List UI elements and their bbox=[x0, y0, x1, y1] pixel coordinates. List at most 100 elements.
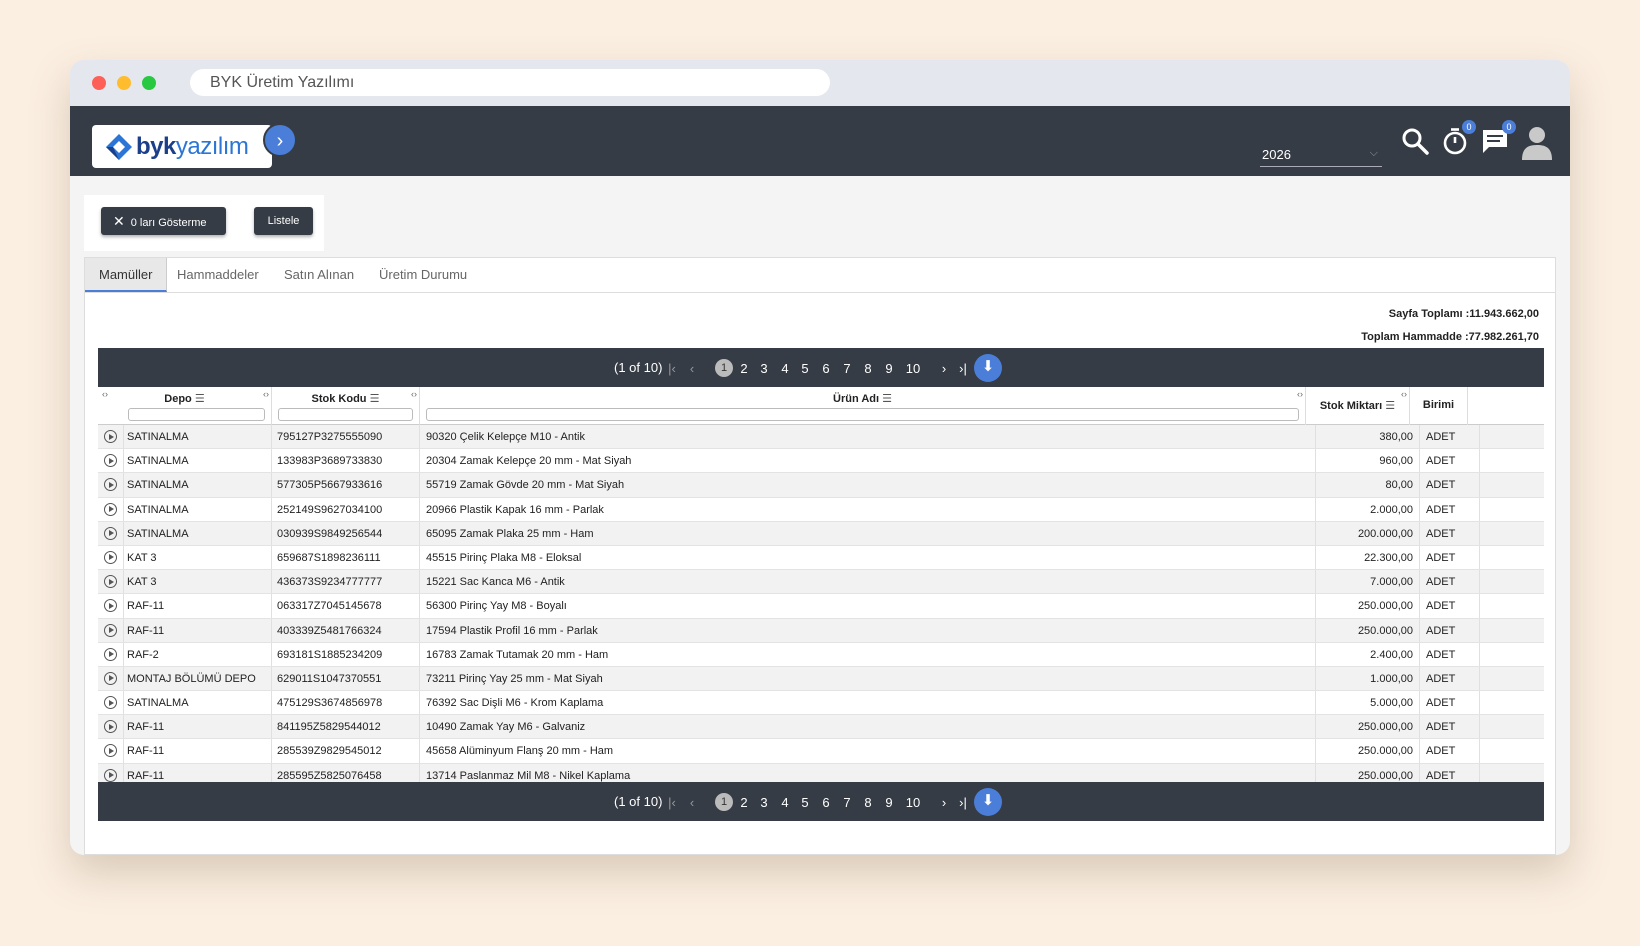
search-icon[interactable] bbox=[1400, 126, 1430, 156]
minimize-window-button[interactable] bbox=[117, 76, 131, 90]
resize-handle-icon[interactable]: ‹› bbox=[263, 389, 269, 399]
address-bar[interactable]: BYK Üretim Yazılımı bbox=[190, 69, 830, 96]
tab-satin-alinan[interactable]: Satın Alınan bbox=[270, 258, 368, 292]
page-7[interactable]: 7 bbox=[839, 361, 855, 376]
timer-button[interactable]: 0 bbox=[1440, 120, 1476, 156]
sort-icon[interactable]: ☰ bbox=[195, 393, 205, 405]
page-10[interactable]: 10 bbox=[902, 795, 924, 810]
expand-row-button[interactable] bbox=[98, 545, 124, 570]
column-header-birimi[interactable]: Birimi bbox=[1410, 387, 1468, 425]
cell-depo: SATINALMA bbox=[124, 497, 272, 521]
expand-row-button[interactable] bbox=[98, 449, 124, 473]
page-2[interactable]: 2 bbox=[736, 361, 752, 376]
byk-logo[interactable]: bykyazılım bbox=[92, 125, 272, 168]
list-button[interactable]: Listele bbox=[254, 207, 313, 235]
cell-birimi: ADET bbox=[1420, 497, 1480, 521]
table-row[interactable]: KAT 3 659687S1898236111 45515 Pirinç Plaka… bbox=[98, 545, 1544, 571]
page-2[interactable]: 2 bbox=[736, 795, 752, 810]
expand-row-button[interactable] bbox=[98, 739, 124, 763]
last-page-icon[interactable]: ›| bbox=[955, 795, 971, 810]
resize-handle-icon[interactable]: ‹› bbox=[1297, 389, 1303, 399]
expand-row-button[interactable] bbox=[98, 715, 124, 739]
tab-hammaddeler[interactable]: Hammaddeler bbox=[163, 258, 273, 292]
expand-row-button[interactable] bbox=[98, 570, 124, 594]
page-1[interactable]: 1 bbox=[715, 359, 733, 377]
table-row[interactable]: RAF-11 403339Z5481766324 17594 Plastik Pro… bbox=[98, 618, 1544, 643]
table-row[interactable]: RAF-11 063317Z7045145678 56300 Pirinç Yay … bbox=[98, 594, 1544, 619]
expand-row-button[interactable] bbox=[98, 521, 124, 545]
expand-row-button[interactable] bbox=[98, 594, 124, 618]
expand-row-button[interactable] bbox=[98, 642, 124, 666]
resize-handle-icon[interactable]: ‹› bbox=[411, 389, 417, 399]
column-header-stok-kodu[interactable]: Stok Kodu ☰ ‹› bbox=[272, 387, 420, 425]
user-avatar-icon[interactable] bbox=[1520, 124, 1554, 160]
page-9[interactable]: 9 bbox=[881, 361, 897, 376]
sort-icon[interactable]: ☰ bbox=[1385, 400, 1395, 412]
page-1[interactable]: 1 bbox=[715, 793, 733, 811]
page-6[interactable]: 6 bbox=[818, 795, 834, 810]
page-3[interactable]: 3 bbox=[756, 795, 772, 810]
table-row[interactable]: SATINALMA 252149S9627034100 20966 Plastik … bbox=[98, 497, 1544, 522]
download-icon[interactable]: ⬇ bbox=[974, 354, 1002, 382]
first-page-icon[interactable]: |‹ bbox=[664, 795, 680, 810]
sort-icon[interactable]: ☰ bbox=[370, 393, 380, 405]
expand-row-button[interactable] bbox=[98, 763, 124, 782]
sort-icon[interactable]: ☰ bbox=[882, 393, 892, 405]
close-window-button[interactable] bbox=[92, 76, 106, 90]
next-page-icon[interactable]: › bbox=[936, 361, 952, 376]
next-page-icon[interactable]: › bbox=[936, 795, 952, 810]
table-row[interactable]: RAF-2 693181S1885234209 16783 Zamak Tutama… bbox=[98, 642, 1544, 667]
tab-mamuller[interactable]: Mamüller bbox=[85, 258, 168, 292]
table-row[interactable]: SATINALMA 577305P5667933616 55719 Zamak Gö… bbox=[98, 473, 1544, 498]
page-3[interactable]: 3 bbox=[756, 361, 772, 376]
page-4[interactable]: 4 bbox=[777, 361, 793, 376]
table-row[interactable]: SATINALMA 133983P3689733830 20304 Zamak Ke… bbox=[98, 449, 1544, 474]
page-5[interactable]: 5 bbox=[797, 795, 813, 810]
page-8[interactable]: 8 bbox=[860, 795, 876, 810]
expand-row-button[interactable] bbox=[98, 497, 124, 521]
prev-page-icon[interactable]: ‹ bbox=[684, 795, 700, 810]
page-10[interactable]: 10 bbox=[902, 361, 924, 376]
last-page-icon[interactable]: ›| bbox=[955, 361, 971, 376]
expand-row-icon bbox=[104, 768, 117, 782]
expand-row-button[interactable] bbox=[98, 425, 124, 449]
hide-zero-button[interactable]: ✕ 0 ları Gösterme bbox=[101, 207, 226, 235]
table-row[interactable]: RAF-11 285539Z9829545012 45658 Alüminyum F… bbox=[98, 739, 1544, 764]
page-9[interactable]: 9 bbox=[881, 795, 897, 810]
cell-stok-kodu: 577305P5667933616 bbox=[272, 473, 420, 497]
prev-page-icon[interactable]: ‹ bbox=[684, 361, 700, 376]
maximize-window-button[interactable] bbox=[142, 76, 156, 90]
tab-bar: Mamüller Hammaddeler Satın Alınan Üretim… bbox=[85, 258, 1555, 293]
messages-button[interactable]: 0 bbox=[1480, 120, 1516, 156]
expand-row-button[interactable] bbox=[98, 473, 124, 497]
column-header-depo[interactable]: ‹› Depo ☰ ‹› bbox=[98, 387, 272, 425]
filter-input-depo[interactable] bbox=[128, 408, 265, 421]
page-6[interactable]: 6 bbox=[818, 361, 834, 376]
column-header-stok-miktari[interactable]: Stok Miktarı ☰ ‹› bbox=[1306, 387, 1410, 425]
page-4[interactable]: 4 bbox=[777, 795, 793, 810]
tab-uretim-durumu[interactable]: Üretim Durumu bbox=[365, 258, 481, 292]
download-icon[interactable]: ⬇ bbox=[974, 788, 1002, 816]
year-select[interactable]: 2026 ⌵ bbox=[1260, 147, 1382, 167]
page-8[interactable]: 8 bbox=[860, 361, 876, 376]
page-5[interactable]: 5 bbox=[797, 361, 813, 376]
table-row[interactable]: RAF-11 841195Z5829544012 10490 Zamak Yay M… bbox=[98, 715, 1544, 740]
expand-row-button[interactable] bbox=[98, 691, 124, 715]
resize-handle-icon[interactable]: ‹› bbox=[1401, 389, 1407, 399]
filter-input-urun-adi[interactable] bbox=[426, 408, 1299, 421]
table-row[interactable]: RAF-11 285595Z5825076458 13714 Paslanmaz M… bbox=[98, 763, 1544, 782]
resize-handle-icon[interactable]: ‹› bbox=[102, 389, 108, 399]
filter-input-stok-kodu[interactable] bbox=[278, 408, 413, 421]
expand-row-icon bbox=[104, 744, 117, 758]
column-header-urun-adi[interactable]: Ürün Adı ☰ ‹› bbox=[420, 387, 1306, 425]
expand-row-button[interactable] bbox=[98, 666, 124, 691]
table-row[interactable]: MONTAJ BÖLÜMÜ DEPO 629011S1047370551 73211… bbox=[98, 666, 1544, 692]
table-row[interactable]: KAT 3 436373S9234777777 15221 Sac Kanca M6… bbox=[98, 570, 1544, 595]
table-row[interactable]: SATINALMA 475129S3674856978 76392 Sac Dişl… bbox=[98, 691, 1544, 716]
table-row[interactable]: SATINALMA 030939S9849256544 65095 Zamak Pl… bbox=[98, 521, 1544, 546]
first-page-icon[interactable]: |‹ bbox=[664, 361, 680, 376]
page-7[interactable]: 7 bbox=[839, 795, 855, 810]
table-row[interactable]: SATINALMA 795127P3275555090 90320 Çelik Ke… bbox=[98, 425, 1544, 450]
expand-row-button[interactable] bbox=[98, 618, 124, 642]
chevron-right-icon[interactable]: › bbox=[263, 123, 297, 157]
